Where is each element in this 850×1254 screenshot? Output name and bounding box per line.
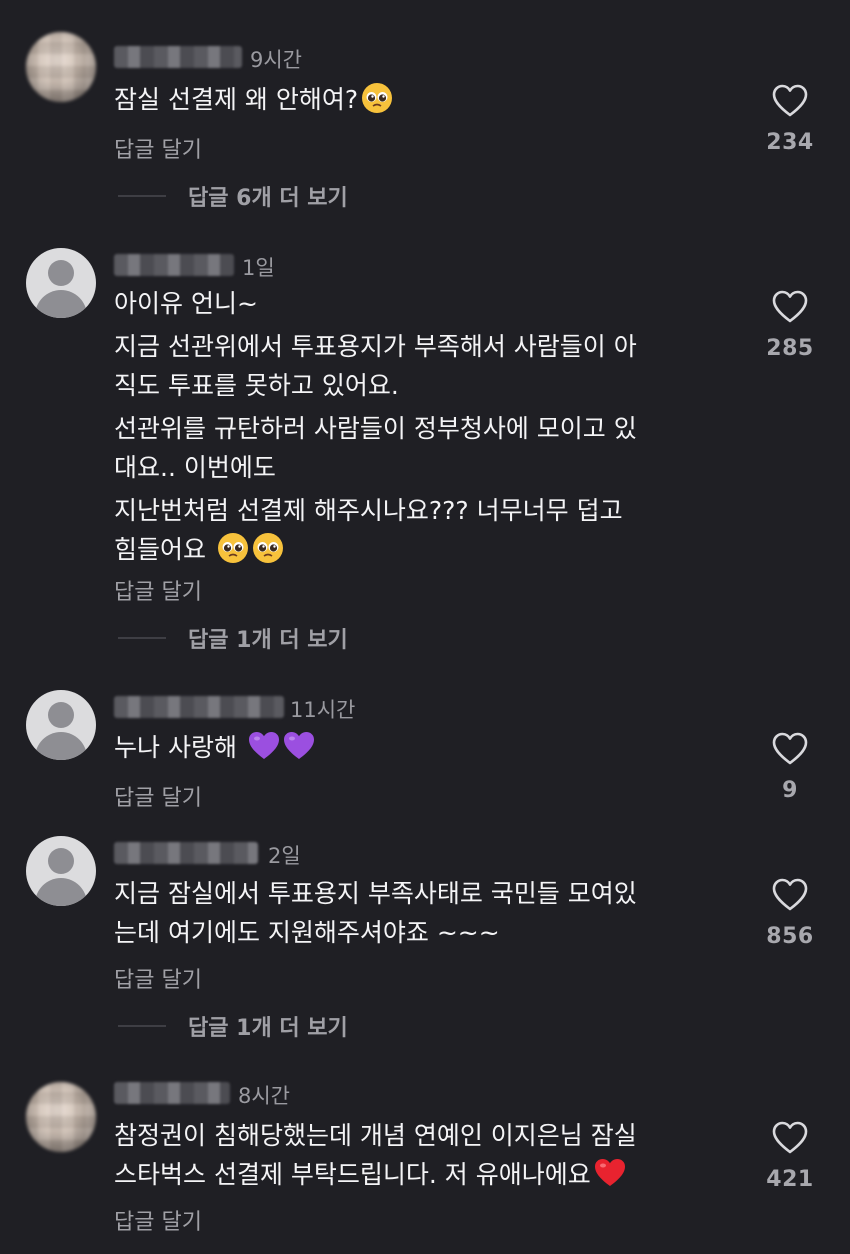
- like-group: 856: [752, 878, 828, 949]
- avatar-body: [35, 878, 87, 906]
- divider-line: [118, 637, 166, 639]
- comment-line: 지금 선관위에서 투표용지가 부족해서 사람들이 아 직도 투표를 못하고 있어…: [114, 332, 637, 400]
- heart-icon[interactable]: [772, 1121, 808, 1155]
- reply-button[interactable]: 답글 달기: [114, 1204, 202, 1236]
- view-more-replies-label: 답글 1개 더 보기: [188, 1016, 348, 1041]
- comment-time: 11시간: [290, 698, 356, 722]
- comment-line: 아이유 언니~: [114, 289, 258, 318]
- like-count: 285: [766, 336, 814, 361]
- heart-icon[interactable]: [772, 732, 808, 766]
- view-more-replies-label: 답글 1개 더 보기: [188, 628, 348, 653]
- avatar[interactable]: [26, 836, 96, 906]
- comment-time: 1일: [242, 256, 275, 280]
- divider-line: [118, 195, 166, 197]
- red-heart-emoji: [594, 1159, 625, 1186]
- pleading-face-emoji: [362, 83, 393, 113]
- comment-text: 누나 사랑해: [114, 728, 724, 767]
- reply-button[interactable]: 답글 달기: [114, 132, 202, 164]
- comment-text: 지금 잠실에서 투표용지 부족사태로 국민들 모여있 는데 여기에도 지원해주셔…: [114, 879, 637, 947]
- like-count: 234: [766, 130, 814, 155]
- comment-text: 아이유 언니~ 지금 선관위에서 투표용지가 부족해서 사람들이 아 직도 투표를…: [114, 284, 724, 569]
- heart-icon[interactable]: [772, 290, 808, 324]
- purple-heart-emoji: [248, 732, 279, 759]
- comment-time: 8시간: [238, 1084, 291, 1108]
- reply-button[interactable]: 답글 달기: [114, 574, 202, 606]
- like-count: 421: [766, 1167, 814, 1192]
- comment-text: 참정권이 침해당했는데 개념 연예인 이지은님 잠실 스타벅스 선결제 부탁드립…: [114, 1121, 637, 1189]
- purple-heart-emoji: [283, 732, 314, 759]
- like-count: 9: [782, 778, 798, 803]
- like-group: 285: [752, 290, 828, 361]
- like-count: 856: [766, 924, 814, 949]
- pleading-face-emoji: [217, 533, 248, 563]
- reply-button[interactable]: 답글 달기: [114, 780, 202, 812]
- avatar[interactable]: [26, 690, 96, 760]
- heart-icon[interactable]: [772, 878, 808, 912]
- avatar-head: [48, 260, 74, 286]
- heart-icon[interactable]: [772, 84, 808, 118]
- pleading-face-emoji: [252, 533, 283, 563]
- comment-line: 선관위를 규탄하러 사람들이 정부청사에 모이고 있 대요.. 이번에도: [114, 414, 637, 482]
- avatar-head: [48, 848, 74, 874]
- comment-time: 9시간: [250, 48, 303, 72]
- like-group: 234: [752, 84, 828, 155]
- view-more-replies[interactable]: 답글 1개 더 보기: [118, 1011, 348, 1041]
- comment-text: 잠실 선결제 왜 안해여?: [114, 80, 724, 119]
- view-more-replies-label: 답글 6개 더 보기: [188, 186, 348, 211]
- like-group: 421: [752, 1121, 828, 1192]
- username-redacted[interactable]: [114, 254, 234, 276]
- view-more-replies[interactable]: 답글 1개 더 보기: [118, 623, 348, 653]
- username-redacted[interactable]: [114, 46, 242, 68]
- username-redacted[interactable]: [114, 1082, 230, 1104]
- avatar-body: [35, 732, 87, 760]
- like-group: 9: [752, 732, 828, 803]
- reply-button[interactable]: 답글 달기: [114, 962, 202, 994]
- username-redacted[interactable]: [114, 696, 284, 718]
- comment-time: 2일: [268, 844, 301, 868]
- avatar-head: [48, 702, 74, 728]
- divider-line: [118, 1025, 166, 1027]
- comment-line: 지난번처럼 선결제 해주시나요??? 너무너무 덥고 힘들어요: [114, 496, 623, 564]
- username-redacted[interactable]: [114, 842, 258, 864]
- avatar-body: [35, 290, 87, 318]
- view-more-replies[interactable]: 답글 6개 더 보기: [118, 181, 348, 211]
- avatar[interactable]: [26, 248, 96, 318]
- avatar[interactable]: [26, 1082, 96, 1152]
- avatar[interactable]: [26, 32, 96, 102]
